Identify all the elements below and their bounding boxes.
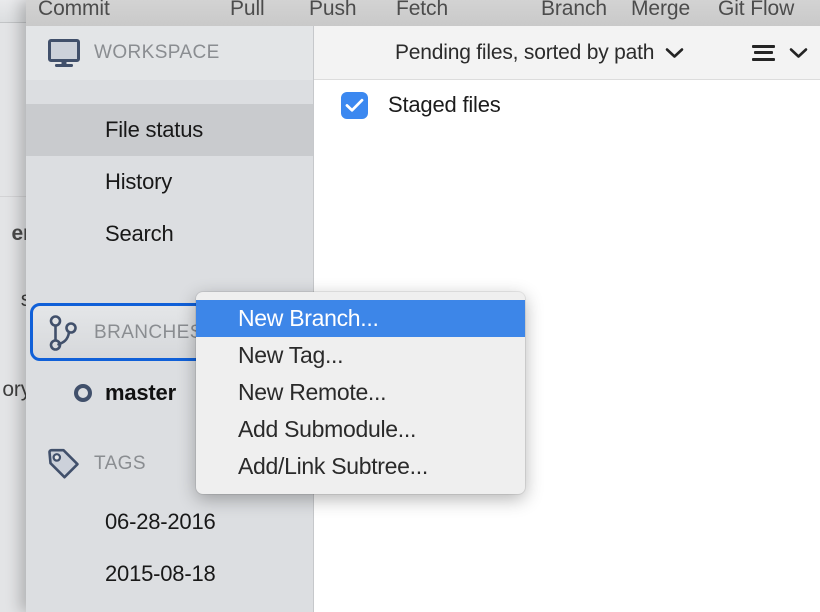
toolbar-button-merge[interactable]: Merge bbox=[631, 0, 690, 21]
branch-icon bbox=[42, 315, 86, 351]
current-branch-icon bbox=[74, 384, 92, 402]
toolbar-button-pull[interactable]: Pull bbox=[230, 0, 265, 21]
context-menu-item-new-branch[interactable]: New Branch... bbox=[196, 300, 525, 337]
sidebar-tag-item-2[interactable]: 2015-08-18 bbox=[26, 548, 313, 600]
chevron-down-icon[interactable] bbox=[665, 47, 684, 59]
sidebar-section-workspace-label: WORKSPACE bbox=[94, 42, 220, 63]
staged-files-row[interactable]: Staged files bbox=[314, 79, 820, 131]
sidebar-tag-item-3[interactable]: 2015-08-19 bbox=[26, 600, 313, 612]
context-menu-item-new-tag[interactable]: New Tag... bbox=[196, 337, 525, 374]
sidebar-item-search-label: Search bbox=[105, 221, 174, 246]
content-header-actions bbox=[752, 44, 808, 61]
tag-icon bbox=[42, 448, 86, 480]
sidebar-tag-item-1[interactable]: 06-28-2016 bbox=[26, 496, 313, 548]
context-menu-item-new-remote[interactable]: New Remote... bbox=[196, 374, 525, 411]
app-window: er s ory Commit Pull Push Fetch Branch M… bbox=[0, 0, 820, 612]
sidebar-section-tags-label: TAGS bbox=[94, 453, 146, 474]
sidebar-branch-master-label: master bbox=[105, 380, 176, 405]
toolbar-button-branch[interactable]: Branch bbox=[541, 0, 607, 21]
sidebar-item-history[interactable]: History bbox=[26, 156, 313, 208]
sidebar-item-search[interactable]: Search bbox=[26, 208, 313, 260]
context-menu-item-add-submodule[interactable]: Add Submodule... bbox=[196, 411, 525, 448]
toolbar: Commit Pull Push Fetch Branch Merge Git … bbox=[26, 0, 820, 27]
toolbar-button-push[interactable]: Push bbox=[309, 0, 357, 21]
hamburger-icon[interactable] bbox=[752, 44, 775, 61]
sort-mode-label: Pending files, sorted by path bbox=[395, 40, 655, 64]
sidebar-item-file-status-label: File status bbox=[105, 117, 204, 142]
sidebar-section-branches-label: BRANCHES bbox=[94, 322, 203, 343]
staged-files-checkbox[interactable] bbox=[341, 91, 368, 119]
sidebar-tag-item-1-label: 06-28-2016 bbox=[105, 509, 216, 534]
staged-files-label: Staged files bbox=[388, 92, 501, 117]
context-menu-item-add-link-subtree[interactable]: Add/Link Subtree... bbox=[196, 448, 525, 485]
sidebar-tag-item-2-label: 2015-08-18 bbox=[105, 561, 216, 586]
toolbar-button-commit[interactable]: Commit bbox=[38, 0, 110, 21]
sidebar-item-history-label: History bbox=[105, 169, 173, 194]
view-options-chevron-down-icon[interactable] bbox=[789, 47, 808, 59]
sidebar-section-workspace[interactable]: WORKSPACE bbox=[26, 26, 313, 80]
toolbar-button-fetch[interactable]: Fetch bbox=[396, 0, 448, 21]
content-header: Pending files, sorted by path bbox=[314, 26, 820, 80]
sidebar-item-file-status[interactable]: File status bbox=[26, 104, 313, 156]
toolbar-button-gitflow[interactable]: Git Flow bbox=[718, 0, 794, 21]
monitor-icon bbox=[42, 38, 86, 68]
context-menu: New Branch... New Tag... New Remote... A… bbox=[196, 292, 525, 494]
